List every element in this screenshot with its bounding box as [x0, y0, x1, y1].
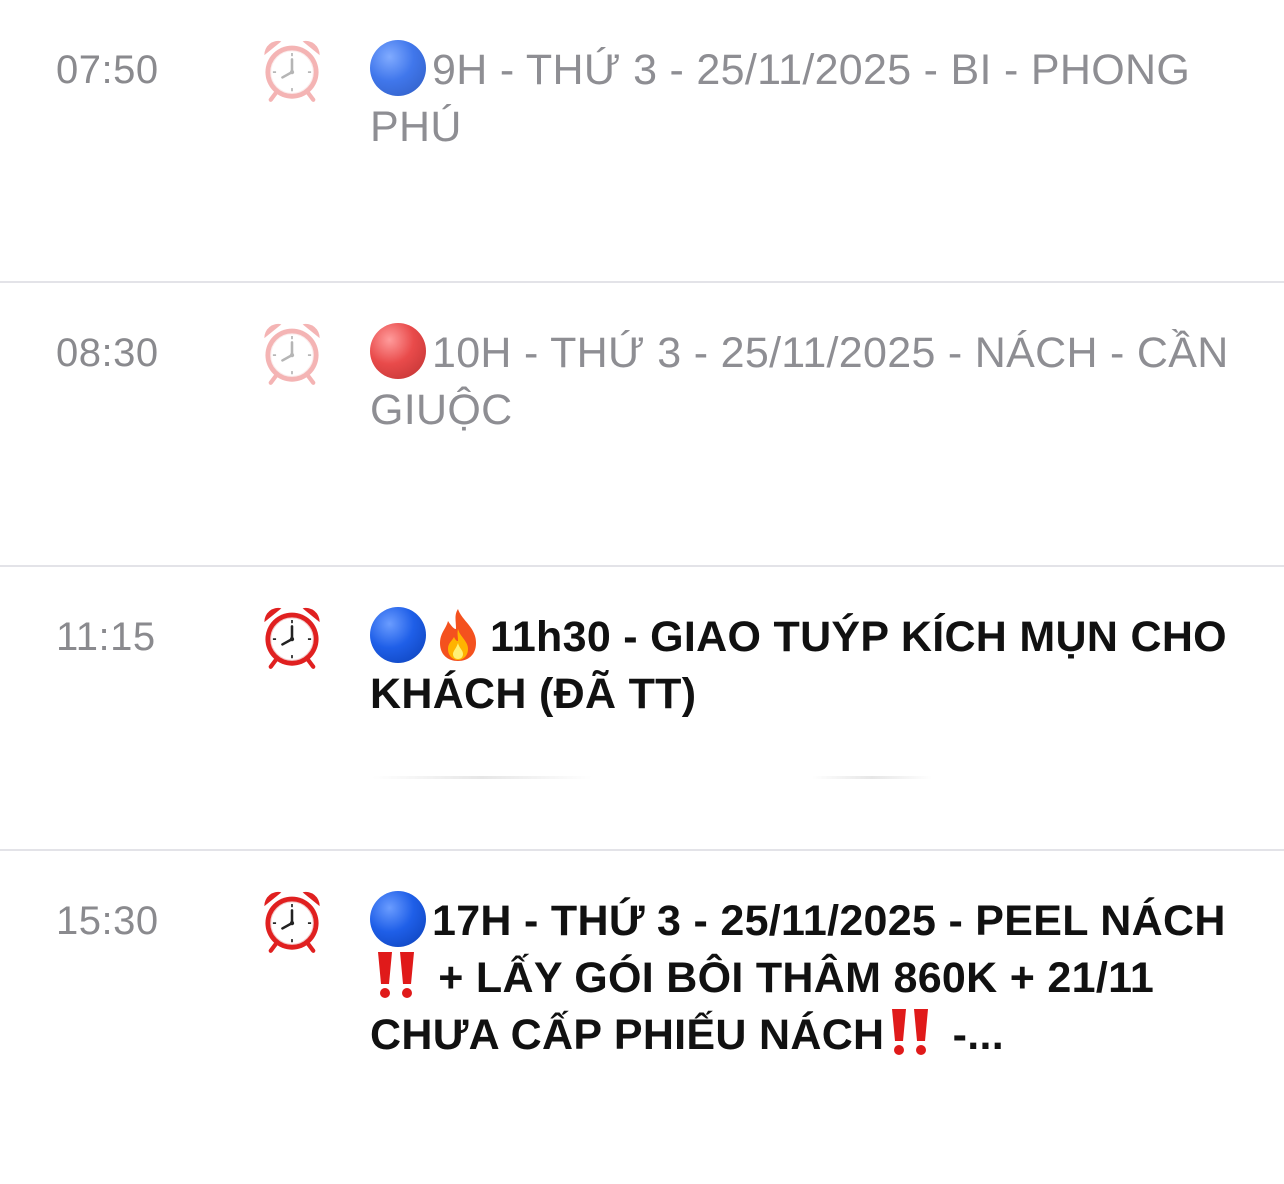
reminder-list: 07:50 9H - THỨ 3 - 25/11/2025 - BI - PHO… [0, 0, 1284, 1184]
reminder-title: 17H - THỨ 3 - 25/11/2025 - PEEL NÁCH + L… [370, 891, 1250, 1064]
alarm-clock-icon [258, 887, 326, 955]
reminder-time: 15:30 [56, 899, 159, 943]
alarm-clock-icon [258, 603, 326, 671]
alarm-clock-icon [258, 36, 326, 104]
reminder-row[interactable]: 07:50 9H - THỨ 3 - 25/11/2025 - BI - PHO… [0, 0, 1284, 282]
reminder-text-part: -... [940, 1011, 1005, 1059]
fire-icon [432, 607, 484, 663]
blue-circle-icon [370, 891, 426, 947]
blurred-subtitle [372, 776, 592, 779]
red-circle-icon [370, 323, 426, 379]
reminder-text-part: + LẤY GÓI BÔI THÂM 860K + 21/11 CHƯA CẤP… [370, 954, 1155, 1059]
reminder-title: 10H - THỨ 3 - 25/11/2025 - NÁCH - CẦN GI… [370, 323, 1250, 439]
blurred-subtitle [812, 776, 932, 779]
reminder-time: 07:50 [56, 48, 159, 92]
reminder-title: 9H - THỨ 3 - 25/11/2025 - BI - PHONG PHÚ [370, 40, 1250, 156]
alarm-clock-icon [258, 319, 326, 387]
reminder-time: 08:30 [56, 331, 159, 375]
reminder-row[interactable]: 15:30 17H - THỨ 3 - 25/11/2025 - PEEL NÁ… [0, 851, 1284, 1184]
reminder-time: 11:15 [56, 615, 156, 659]
blue-circle-icon [370, 40, 426, 96]
double-exclamation-icon [374, 950, 420, 1000]
reminder-text: 9H - THỨ 3 - 25/11/2025 - BI - PHONG PHÚ [370, 46, 1191, 151]
double-exclamation-icon [888, 1007, 934, 1057]
reminder-text: 11h30 - GIAO TUÝP KÍCH MỤN CHO KHÁCH (ĐÃ… [370, 613, 1227, 718]
reminder-row[interactable]: 11:15 11h30 - GIAO TUÝP KÍCH MỤN CHO KHÁ… [0, 567, 1284, 850]
reminder-text-part: 17H - THỨ 3 - 25/11/2025 - PEEL NÁCH [432, 897, 1226, 945]
reminder-row[interactable]: 08:30 10H - THỨ 3 - 25/11/2025 - NÁCH - … [0, 283, 1284, 566]
reminder-text: 10H - THỨ 3 - 25/11/2025 - NÁCH - CẦN GI… [370, 329, 1229, 434]
reminder-title: 11h30 - GIAO TUÝP KÍCH MỤN CHO KHÁCH (ĐÃ… [370, 607, 1250, 723]
blue-circle-icon [370, 607, 426, 663]
